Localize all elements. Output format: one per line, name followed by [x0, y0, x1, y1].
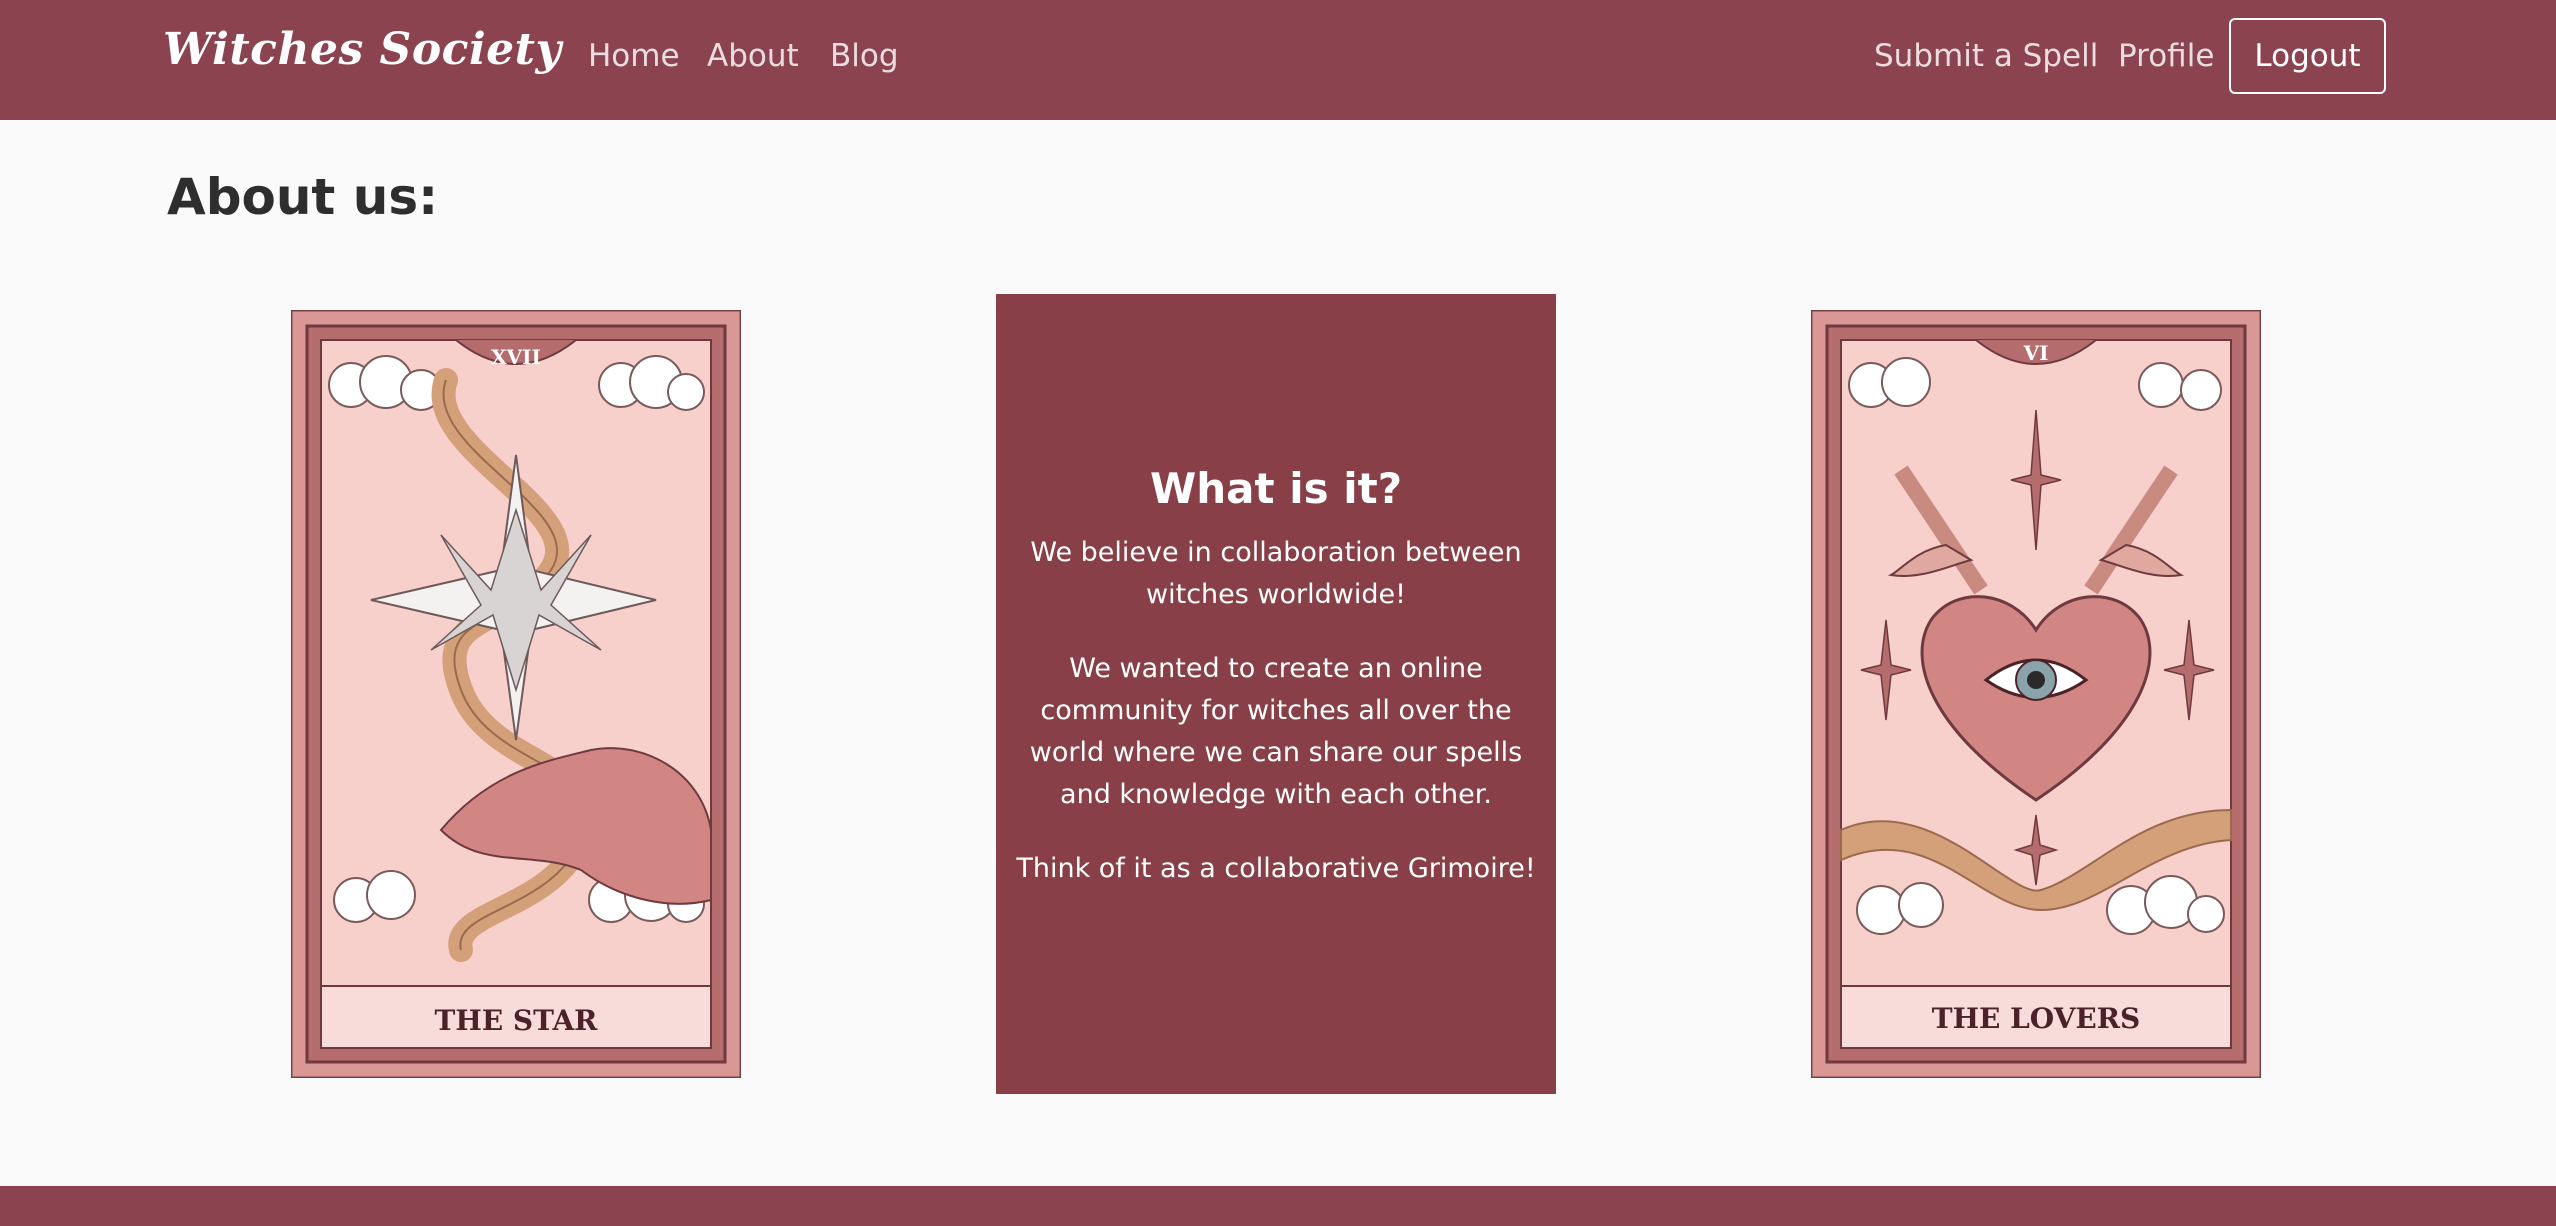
footer-bar [0, 1186, 2556, 1226]
tarot-card-star-image: XVII THE STAR [291, 310, 741, 1078]
info-paragraph-1: We believe in collaboration between witc… [1030, 537, 1522, 610]
info-paragraph-2: We wanted to create an online community … [1029, 653, 1523, 810]
card-name: THE LOVERS [1932, 1002, 2141, 1035]
nav-link-home[interactable]: Home [588, 38, 680, 74]
brand-logo[interactable]: Witches Society [163, 24, 562, 75]
top-navbar: Witches Society Home About Blog Submit a… [0, 0, 2556, 120]
tarot-card-lovers-image: VI THE LOVERS [1811, 310, 2261, 1078]
card-numeral: VI [2023, 341, 2049, 365]
about-info-box: What is it? We believe in collaboration … [996, 294, 1556, 1094]
nav-link-blog[interactable]: Blog [830, 38, 899, 74]
info-title: What is it? [1149, 464, 1403, 513]
page-title: About us: [167, 168, 439, 226]
info-paragraph-3: Think of it as a collaborative Grimoire! [1016, 853, 1536, 884]
nav-link-profile[interactable]: Profile [2118, 38, 2214, 74]
card-numeral: XVII [491, 345, 541, 369]
card-name: THE STAR [435, 1004, 599, 1037]
nav-link-submit-spell[interactable]: Submit a Spell [1874, 38, 2098, 74]
nav-link-about[interactable]: About [707, 38, 799, 74]
logout-button[interactable]: Logout [2229, 18, 2386, 94]
